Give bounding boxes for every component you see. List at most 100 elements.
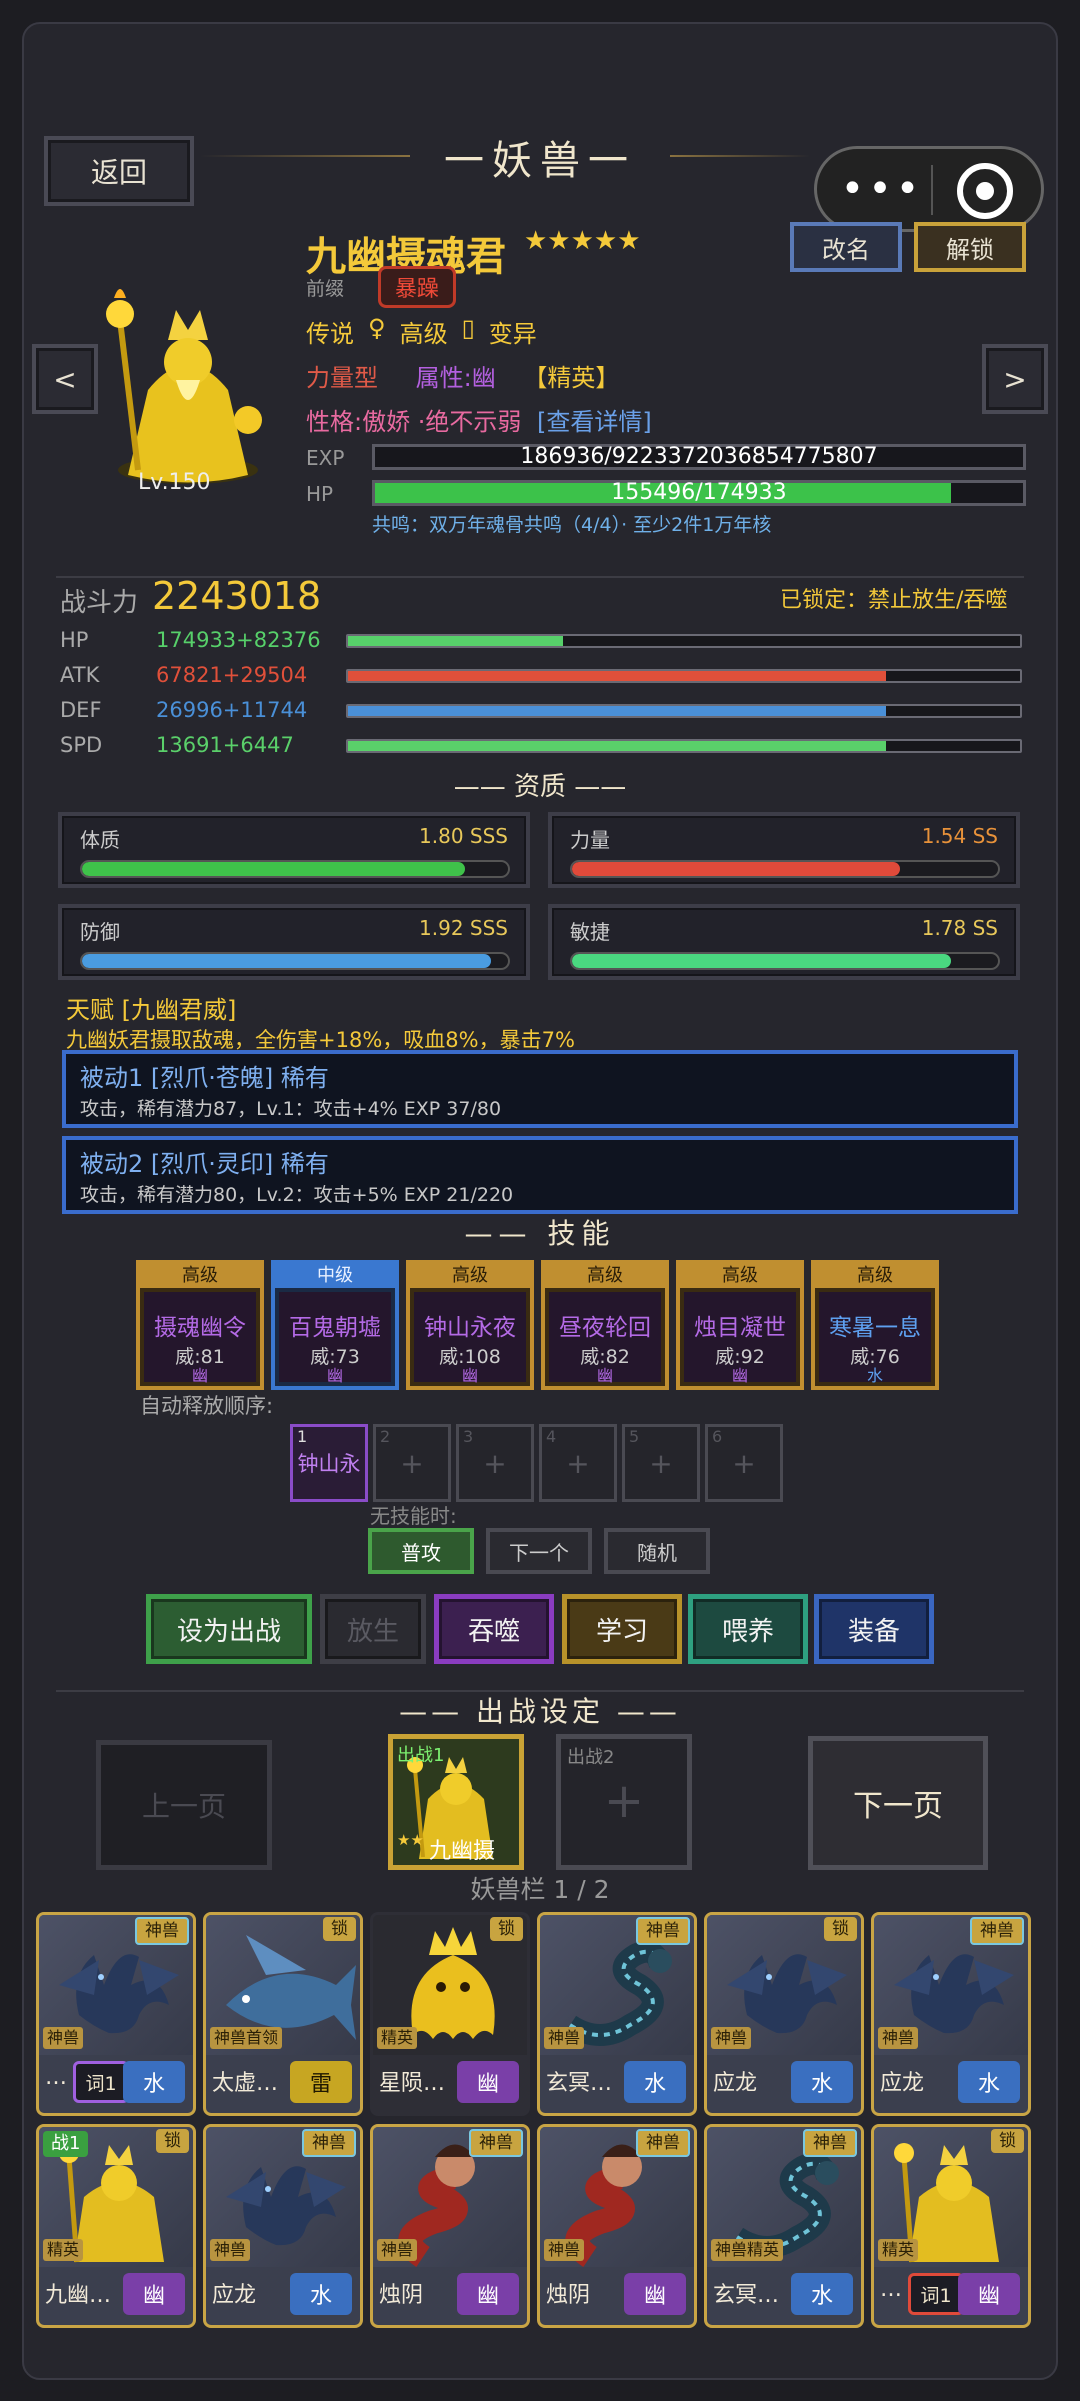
auto-order-slot[interactable]: 6 +: [705, 1424, 783, 1502]
monster-card[interactable]: 锁 精英 … 词1 幽: [871, 2124, 1031, 2328]
skill-card[interactable]: 中级 百鬼朝墟 威:73 幽: [271, 1260, 399, 1390]
monster-card[interactable]: 锁 精英 星陨… 幽: [370, 1912, 530, 2116]
next-monster-button[interactable]: >: [982, 344, 1048, 414]
card-name: 应龙: [212, 2283, 257, 2308]
aptitude-bar: [80, 952, 510, 970]
slot-index: 2: [380, 1427, 391, 1446]
detail-link[interactable]: [查看详情]: [537, 408, 652, 436]
deploy-button[interactable]: 设为出战: [146, 1594, 312, 1664]
more-icon[interactable]: •••: [837, 166, 927, 212]
skill-body: 寒暑一息 威:76 水: [819, 1292, 931, 1384]
monster-card[interactable]: 神兽 神兽 烛阴 幽: [370, 2124, 530, 2328]
stat-bar: [346, 634, 1022, 648]
skill-grade: 高级: [140, 1264, 260, 1288]
auto-order-slot[interactable]: 5 +: [622, 1424, 700, 1502]
stat-value: 26996+11744: [156, 698, 308, 722]
monster-card[interactable]: 神兽 神兽 应龙 水: [203, 2124, 363, 2328]
monster-card[interactable]: 锁 神兽 应龙 水: [704, 1912, 864, 2116]
auto-order-slot[interactable]: 2 +: [373, 1424, 451, 1502]
battle-title-text: 出战设定: [475, 1695, 604, 1728]
stat-value: 67821+29504: [156, 663, 308, 687]
grade-text: 高级: [399, 320, 448, 348]
card-affix-badge: 词1: [73, 2061, 129, 2103]
stat-value: 13691+6447: [156, 733, 294, 757]
next-page-button[interactable]: 下一页: [808, 1736, 988, 1870]
monster-card[interactable]: 神兽 神兽 应龙 水: [871, 1912, 1031, 2116]
monster-card[interactable]: 锁 神兽首领 太虚… 雷: [203, 1912, 363, 2116]
card-tag: 神兽: [970, 1917, 1024, 1945]
skills-title-text: 技能: [547, 1217, 616, 1250]
monster-card[interactable]: 神兽 神兽精英 玄冥… 水: [704, 2124, 864, 2328]
card-tag: 神兽: [302, 2129, 356, 2157]
card-rarity: 神兽: [210, 2239, 251, 2261]
passive-box[interactable]: 被动1 [烈爪·苍魄] 稀有 攻击，稀有潜力87，Lv.1：攻击+4% EXP …: [62, 1050, 1018, 1128]
lock-text: 已锁定：禁止放生/吞噬: [780, 588, 1008, 613]
battle-slot-1-stars: ★★: [397, 1831, 424, 1849]
mode-next-button[interactable]: 下一个: [486, 1528, 592, 1574]
skill-body: 摄魂幽令 威:81 幽: [144, 1292, 256, 1384]
card-name: 烛阴: [546, 2283, 591, 2308]
battle-slot-2[interactable]: 出战2 +: [556, 1734, 692, 1870]
capsule-divider: [931, 165, 933, 215]
card-element: 水: [290, 2273, 352, 2315]
prev-monster-button[interactable]: <: [32, 344, 98, 414]
card-rarity: 精英: [878, 2239, 919, 2261]
deploy-badge: 战1: [43, 2131, 89, 2157]
skill-grade: 中级: [275, 1264, 395, 1288]
aptitude-title-text: 资质: [513, 772, 566, 802]
skill-card[interactable]: 高级 烛目凝世 威:92 幽: [676, 1260, 804, 1390]
skill-card[interactable]: 高级 钟山永夜 威:108 幽: [406, 1260, 534, 1390]
aptitude-title: —— 资质 ——: [453, 772, 627, 802]
skill-name: 昼夜轮回: [559, 1315, 651, 1341]
auto-order-slot[interactable]: 4 +: [539, 1424, 617, 1502]
skill-card[interactable]: 高级 寒暑一息 威:76 水: [811, 1260, 939, 1390]
close-target-icon[interactable]: [957, 163, 1013, 219]
skill-power: 威:81: [175, 1346, 225, 1368]
card-rarity: 神兽: [711, 2027, 752, 2049]
card-name: 玄冥…: [546, 2071, 613, 2096]
skill-card[interactable]: 高级 摄魂幽令 威:81 幽: [136, 1260, 264, 1390]
passive-title: 被动1 [烈爪·苍魄] 稀有: [80, 1064, 329, 1092]
slot-index: 3: [463, 1427, 474, 1446]
monster-card[interactable]: 锁 精英 战1 九幽… 幽: [36, 2124, 196, 2328]
learn-button[interactable]: 学习: [562, 1594, 682, 1664]
card-element: 幽: [457, 2273, 519, 2315]
battle-slot-1[interactable]: 出战1 ★★ 九幽摄: [388, 1734, 524, 1870]
no-skill-label: 无技能时:: [370, 1504, 457, 1528]
aptitude-bar: [570, 860, 1000, 878]
passive-box[interactable]: 被动2 [烈爪·灵印] 稀有 攻击，稀有潜力80，Lv.2：攻击+5% EXP …: [62, 1136, 1018, 1214]
monster-card[interactable]: 神兽 神兽 烛阴 幽: [537, 2124, 697, 2328]
skill-body: 昼夜轮回 威:82 幽: [549, 1292, 661, 1384]
feed-button[interactable]: 喂养: [688, 1594, 808, 1664]
aptitude-bar: [570, 952, 1000, 970]
skill-power: 威:108: [439, 1346, 501, 1368]
release-button[interactable]: 放生: [320, 1594, 426, 1664]
skill-card[interactable]: 高级 昼夜轮回 威:82 幽: [541, 1260, 669, 1390]
mode-attack-button[interactable]: 普攻: [368, 1528, 474, 1574]
gender-icon: ♀: [368, 314, 386, 342]
prev-page-button[interactable]: 上一页: [96, 1740, 272, 1870]
card-element: 水: [624, 2061, 686, 2103]
type-text: 力量型: [306, 364, 378, 392]
auto-order-slot[interactable]: 1 钟山永: [290, 1424, 368, 1502]
card-tag: 锁: [991, 2129, 1024, 2153]
rename-button[interactable]: 改名: [790, 222, 902, 272]
prefix-label: 前缀: [306, 278, 345, 300]
mode-random-button[interactable]: 随机: [604, 1528, 710, 1574]
auto-order-slot[interactable]: 3 +: [456, 1424, 534, 1502]
devour-button[interactable]: 吞噬: [434, 1594, 554, 1664]
back-button[interactable]: 返回: [44, 136, 194, 206]
elite-text: 【精英】: [523, 364, 620, 392]
aptitude-name: 敏捷: [570, 920, 610, 944]
passive-desc: 攻击，稀有潜力80，Lv.2：攻击+5% EXP 21/220: [80, 1184, 514, 1206]
monster-card[interactable]: 神兽 神兽 … 词1 水: [36, 1912, 196, 2116]
personality-text: 性格:傲娇 ·绝不示弱: [306, 408, 522, 436]
card-element: 幽: [624, 2273, 686, 2315]
aptitude-bar-fill: [82, 862, 466, 876]
stat-bar-fill: [348, 741, 886, 751]
card-tag: 神兽: [636, 2129, 690, 2157]
monster-card[interactable]: 神兽 神兽 玄冥… 水: [537, 1912, 697, 2116]
equip-button[interactable]: 装备: [814, 1594, 934, 1664]
card-element: 水: [791, 2273, 853, 2315]
unlock-button[interactable]: 解锁: [914, 222, 1026, 272]
